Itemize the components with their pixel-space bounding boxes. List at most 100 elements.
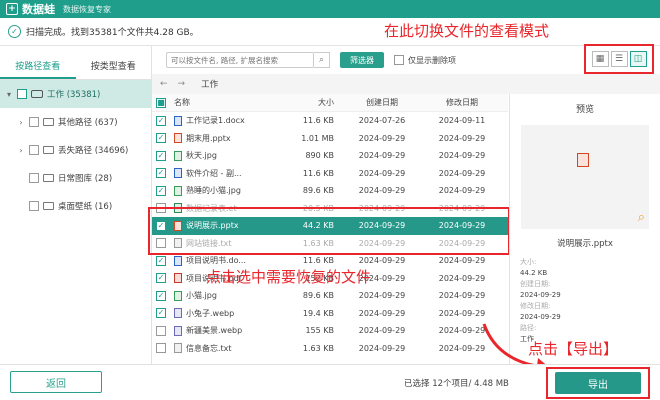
pptx-file-icon — [577, 153, 589, 167]
file-created: 2024-09-29 — [358, 256, 406, 266]
tree-checkbox[interactable] — [29, 173, 39, 183]
app-name: 数据蛙 — [22, 3, 55, 16]
back-arrow-icon[interactable]: ← — [160, 79, 168, 89]
folder-icon — [43, 174, 54, 182]
file-modified: 2024-09-29 — [438, 273, 486, 283]
tab-by-type[interactable]: 按类型查看 — [76, 56, 152, 79]
selection-summary: 已选择 12个项目/ 4.48 MB — [404, 379, 509, 389]
export-annotation: 点击【导出】 — [528, 340, 619, 358]
row-checkbox[interactable]: ✓ — [156, 308, 166, 319]
file-modified: 2024-09-29 — [438, 168, 486, 178]
table-row[interactable]: ✓ 熟睡的小猫.jpg 89.6 KB 2024-09-29 2024-09-29 — [152, 182, 508, 200]
webp-icon — [174, 325, 182, 336]
tree-item-label: 日常图库 (28) — [58, 174, 113, 184]
export-button[interactable]: 导出 — [555, 372, 641, 394]
chevron-down-icon[interactable]: ▾ — [4, 90, 14, 99]
app-logo-icon: + — [6, 3, 18, 15]
table-row[interactable]: ✓ 工作记录1.docx 11.6 KB 2024-07-26 2024-09-11 — [152, 112, 508, 130]
list-view-button[interactable]: ☰ — [610, 51, 628, 67]
tab-by-path[interactable]: 按路径查看 — [0, 56, 76, 79]
preview-filename: 说明展示.pptx — [557, 239, 613, 249]
file-size: 11.6 KB — [302, 116, 334, 126]
row-checkbox[interactable] — [156, 325, 166, 336]
row-checkbox[interactable]: ✓ — [156, 168, 166, 179]
detail-view-button[interactable]: ◫ — [629, 51, 647, 67]
deleted-only-checkbox[interactable] — [394, 55, 404, 65]
file-name: 期末用.pptx — [186, 133, 231, 143]
file-modified: 2024-09-29 — [438, 186, 486, 196]
meta-created-value: 2024-09-29 — [520, 291, 561, 299]
file-created: 2024-09-29 — [358, 168, 406, 178]
tree-item-label: 其他路径 (637) — [58, 118, 118, 128]
forward-arrow-icon[interactable]: → — [178, 79, 186, 89]
zoom-icon[interactable]: ⌕ — [638, 210, 645, 225]
table-row[interactable]: ✓ 小兔子.webp 19.4 KB 2024-09-29 2024-09-29 — [152, 305, 508, 323]
filter-button[interactable]: 筛选器 — [340, 52, 384, 68]
chevron-right-icon[interactable]: › — [16, 118, 26, 127]
select-file-annotation: 点击选中需要恢复的文件 — [206, 268, 372, 286]
tree-item-label: 工作 (35381) — [47, 90, 101, 100]
column-header-name[interactable]: 名称 — [174, 97, 276, 108]
file-name: 新疆美景.webp — [186, 326, 243, 336]
tree-item-lost-paths[interactable]: › 丢失路径 (34696) — [0, 136, 151, 164]
file-name: 熟睡的小猫.jpg — [186, 186, 241, 196]
breadcrumb: ← → 工作 — [152, 74, 660, 94]
file-created: 2024-09-29 — [358, 326, 406, 336]
table-row[interactable]: 新疆美景.webp 155 KB 2024-09-29 2024-09-29 — [152, 322, 508, 340]
search-toolbar: ⌕ 筛选器 仅显示删除项 — [152, 46, 584, 74]
search-icon[interactable]: ⌕ — [314, 52, 330, 68]
thumbnail-view-button[interactable]: ▦ — [591, 51, 609, 67]
table-row[interactable]: ✓ 秋天.jpg 890 KB 2024-09-29 2024-09-29 — [152, 147, 508, 165]
folder-icon — [43, 146, 54, 154]
tree-item-desktop-wallpaper[interactable]: 桌面壁纸 (16) — [0, 192, 151, 220]
search-input[interactable] — [166, 52, 314, 68]
bottom-bar: 返回 已选择 12个项目/ 4.48 MB 导出 — [0, 364, 660, 400]
pptx-icon — [174, 133, 182, 144]
row-checkbox[interactable]: ✓ — [156, 255, 166, 266]
table-row[interactable]: 信息备忘.txt 1.63 KB 2024-09-29 2024-09-29 — [152, 340, 508, 358]
tree-checkbox[interactable] — [17, 89, 27, 99]
breadcrumb-current[interactable]: 工作 — [201, 78, 218, 90]
title-bar: + 数据蛙 数据恢复专家 — [0, 0, 660, 18]
file-size: 155 KB — [305, 326, 334, 336]
row-checkbox[interactable]: ✓ — [156, 115, 166, 126]
table-row[interactable]: ✓ 期末用.pptx 1.01 MB 2024-09-29 2024-09-29 — [152, 130, 508, 148]
column-header-size[interactable]: 大小 — [276, 97, 342, 108]
txt-icon — [174, 343, 182, 354]
back-button[interactable]: 返回 — [10, 371, 102, 393]
folder-icon — [43, 118, 54, 126]
tree-checkbox[interactable] — [29, 117, 39, 127]
row-checkbox[interactable] — [156, 343, 166, 354]
tree-item-other-paths[interactable]: › 其他路径 (637) — [0, 108, 151, 136]
file-created: 2024-09-29 — [358, 291, 406, 301]
left-panel: 按路径查看 按类型查看 ▾ 工作 (35381) › 其他路径 (637) › … — [0, 46, 152, 364]
scan-status-bar: ✓ 扫描完成。找到35381个文件共4.28 GB。 — [0, 18, 660, 46]
deleted-only-label: 仅显示删除项 — [408, 55, 456, 65]
deleted-only-toggle[interactable]: 仅显示删除项 — [394, 55, 456, 66]
check-circle-icon: ✓ — [8, 25, 21, 38]
row-checkbox[interactable]: ✓ — [156, 273, 166, 284]
meta-modified-label: 修改日期: — [520, 302, 551, 310]
table-row[interactable]: ✓ 软件介绍 - 副... 11.6 KB 2024-09-29 2024-09-29 — [152, 165, 508, 183]
export-highlight-frame: 导出 — [546, 367, 650, 399]
column-header-created[interactable]: 创建日期 — [342, 97, 422, 108]
file-name: 工作记录1.docx — [186, 116, 245, 126]
meta-created-label: 创建日期: — [520, 280, 551, 288]
file-modified: 2024-09-29 — [438, 308, 486, 318]
row-checkbox[interactable]: ✓ — [156, 185, 166, 196]
tree-item-daily-gallery[interactable]: 日常图库 (28) — [0, 164, 151, 192]
pdf-icon — [174, 273, 182, 284]
row-checkbox[interactable]: ✓ — [156, 290, 166, 301]
column-header-modified[interactable]: 修改日期 — [422, 97, 502, 108]
tree-checkbox[interactable] — [29, 201, 39, 211]
row-checkbox[interactable]: ✓ — [156, 150, 166, 161]
tree-item-work[interactable]: ▾ 工作 (35381) — [0, 80, 151, 108]
file-modified: 2024-09-29 — [438, 291, 486, 301]
docx-icon — [174, 255, 182, 266]
row-checkbox[interactable]: ✓ — [156, 133, 166, 144]
tree-checkbox[interactable] — [29, 145, 39, 155]
docx-icon — [174, 168, 182, 179]
select-all-checkbox[interactable]: ■ — [156, 97, 166, 108]
chevron-right-icon[interactable]: › — [16, 146, 26, 155]
table-row[interactable]: ✓ 小猫.jpg 89.6 KB 2024-09-29 2024-09-29 — [152, 287, 508, 305]
